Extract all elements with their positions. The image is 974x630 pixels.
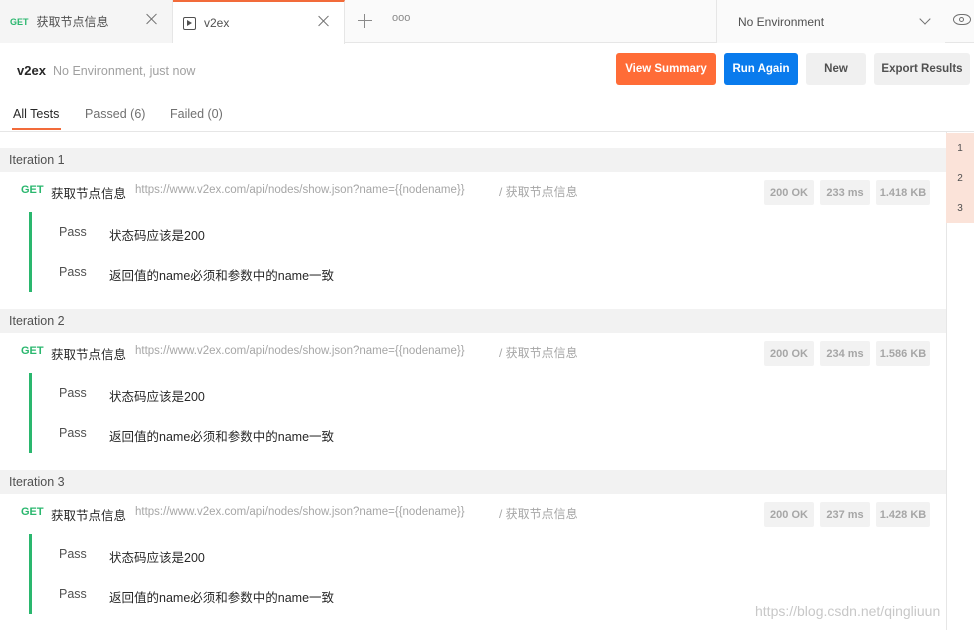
iteration-header: Iteration 1 [0, 148, 946, 172]
iteration-label: Iteration 3 [9, 475, 65, 489]
iteration-marker[interactable]: 3 [946, 193, 974, 223]
request-row[interactable]: GET 获取节点信息 https://www.v2ex.com/api/node… [0, 339, 946, 367]
iteration-header: Iteration 3 [0, 470, 946, 494]
test-row: Pass 状态码应该是200 [0, 384, 946, 404]
request-path: / 获取节点信息 [499, 346, 578, 360]
export-results-button[interactable]: Export Results [874, 53, 970, 85]
size-badge: 1.418 KB [876, 180, 930, 205]
test-name: 返回值的name必须和参数中的name一致 [109, 430, 335, 444]
more-icon[interactable]: ooo [392, 12, 410, 24]
status-badge: 200 OK [764, 180, 814, 205]
test-row: Pass 返回值的name必须和参数中的name一致 [0, 585, 946, 605]
tab-all-tests[interactable]: All Tests [13, 107, 59, 121]
request-name: 获取节点信息 [51, 187, 127, 201]
request-row[interactable]: GET 获取节点信息 https://www.v2ex.com/api/node… [0, 178, 946, 206]
collection-title: v2ex [17, 63, 46, 78]
time-badge: 234 ms [820, 341, 870, 366]
status-badge: 200 OK [764, 341, 814, 366]
active-tab-indicator [12, 128, 61, 130]
iteration-label: Iteration 2 [9, 314, 65, 328]
request-method: GET [21, 345, 44, 357]
test-name: 状态码应该是200 [109, 551, 205, 565]
time-badge: 237 ms [820, 502, 870, 527]
test-row: Pass 返回值的name必须和参数中的name一致 [0, 424, 946, 444]
test-name: 返回值的name必须和参数中的name一致 [109, 591, 335, 605]
request-url: https://www.v2ex.com/api/nodes/show.json… [135, 184, 465, 196]
watermark: https://blog.csdn.net/qingliuun [755, 603, 941, 619]
iteration-label: Iteration 1 [9, 153, 65, 167]
size-badge: 1.586 KB [876, 341, 930, 366]
view-summary-button[interactable]: View Summary [616, 53, 716, 85]
iteration-marker[interactable]: 1 [946, 133, 974, 163]
request-path: / 获取节点信息 [499, 507, 578, 521]
environment-label: No Environment [738, 14, 825, 29]
test-result: Pass [59, 547, 87, 561]
iteration-marker[interactable]: 2 [946, 163, 974, 193]
new-button[interactable]: New [806, 53, 866, 85]
close-icon[interactable] [316, 13, 332, 29]
test-result: Pass [59, 386, 87, 400]
test-name: 返回值的name必须和参数中的name一致 [109, 269, 335, 283]
new-tab-icon[interactable] [356, 12, 374, 30]
time-badge: 233 ms [820, 180, 870, 205]
run-subtitle: No Environment, just now [53, 64, 196, 78]
request-name: 获取节点信息 [51, 509, 127, 523]
test-row: Pass 返回值的name必须和参数中的name一致 [0, 263, 946, 283]
test-result: Pass [59, 587, 87, 601]
run-again-button[interactable]: Run Again [724, 53, 798, 85]
divider [0, 131, 974, 132]
tab-method: GET [10, 16, 29, 27]
iteration-header: Iteration 2 [0, 309, 946, 333]
tab-label: 获取节点信息 [36, 15, 109, 29]
environment-select[interactable]: No Environment [716, 0, 945, 43]
chevron-down-icon [919, 13, 931, 25]
test-name: 状态码应该是200 [109, 229, 205, 243]
test-result: Pass [59, 225, 87, 239]
tab-label: v2ex [204, 16, 230, 30]
tab-passed[interactable]: Passed (6) [85, 107, 145, 121]
request-method: GET [21, 506, 44, 518]
request-url: https://www.v2ex.com/api/nodes/show.json… [135, 345, 465, 357]
status-badge: 200 OK [764, 502, 814, 527]
close-icon[interactable] [144, 11, 160, 27]
test-result: Pass [59, 265, 87, 279]
tab-request[interactable]: GET 获取节点信息 [0, 0, 173, 43]
request-name: 获取节点信息 [51, 348, 127, 362]
size-badge: 1.428 KB [876, 502, 930, 527]
test-row: Pass 状态码应该是200 [0, 223, 946, 243]
runner-icon [183, 16, 196, 30]
test-row: Pass 状态码应该是200 [0, 545, 946, 565]
request-row[interactable]: GET 获取节点信息 https://www.v2ex.com/api/node… [0, 500, 946, 528]
tab-failed[interactable]: Failed (0) [170, 107, 223, 121]
tab-runner[interactable]: v2ex [173, 0, 345, 44]
eye-icon[interactable] [953, 14, 971, 25]
test-name: 状态码应该是200 [109, 390, 205, 404]
request-method: GET [21, 184, 44, 196]
request-url: https://www.v2ex.com/api/nodes/show.json… [135, 506, 465, 518]
test-result: Pass [59, 426, 87, 440]
request-path: / 获取节点信息 [499, 185, 578, 199]
tab-bar: GET 获取节点信息 v2ex ooo No Environment [0, 0, 974, 44]
